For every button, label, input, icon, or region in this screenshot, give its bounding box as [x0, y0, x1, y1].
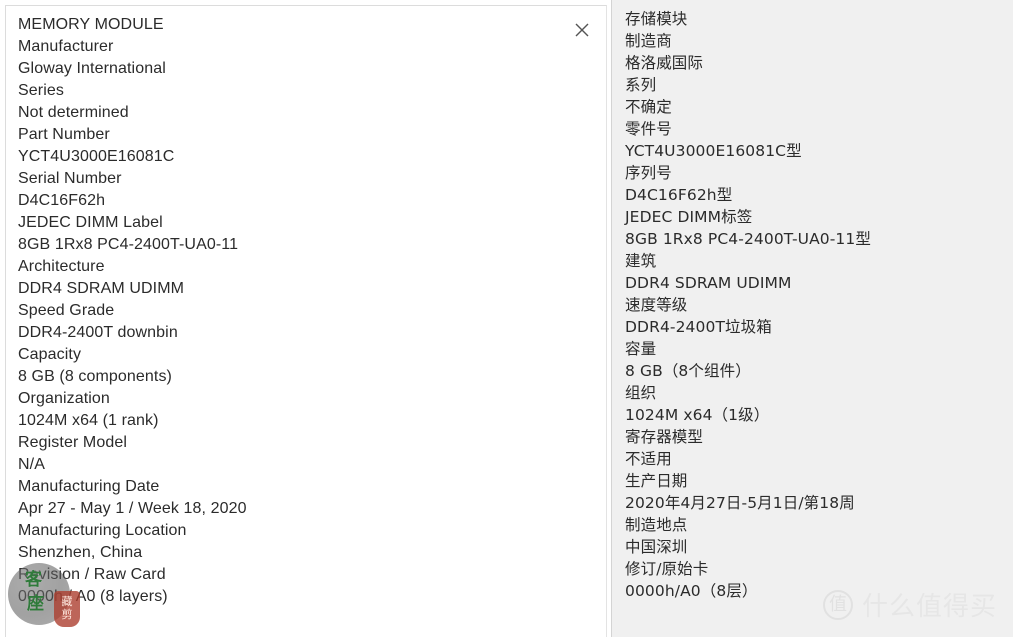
translation-line: 制造商	[625, 32, 672, 50]
source-line: Manufacturing Date	[18, 478, 160, 495]
translation-line: 制造地点	[625, 516, 688, 534]
translation-line: DDR4 SDRAM UDIMM	[625, 274, 792, 292]
translation-line: 修订/原始卡	[625, 560, 709, 578]
translation-text-panel: 存储模块制造商格洛威国际系列不确定零件号 YCT4U3000E16081C型 序列号…	[611, 0, 1013, 637]
translation-line: DDR4-2400T垃圾箱	[625, 318, 772, 336]
source-line: Organization	[18, 390, 110, 407]
source-line: Architecture	[18, 258, 105, 275]
source-line: DDR4-2400T downbin	[18, 324, 178, 341]
source-line: Capacity	[18, 346, 82, 363]
translation-line: 建筑	[625, 252, 657, 270]
translation-line: 零件号	[625, 120, 672, 138]
translation-line: 8 GB（8个组件）	[625, 362, 751, 380]
translation-line: JEDEC DIMM标签	[625, 208, 753, 226]
source-line: JEDEC DIMM Label	[18, 214, 163, 231]
source-text-panel: MEMORY MODULE Manufacturer Gloway Internat…	[5, 5, 607, 637]
source-line: Shenzhen, China	[18, 544, 143, 561]
source-line: Apr 27 - May 1 / Week 18, 2020	[18, 500, 247, 517]
source-line: N/A	[18, 456, 45, 473]
source-line: DDR4 SDRAM UDIMM	[18, 280, 185, 297]
source-line: Manufacturing Location	[18, 522, 187, 539]
source-line: 0000h / A0 (8 layers)	[18, 588, 168, 605]
translation-line: 不确定	[625, 98, 672, 116]
translation-line: 生产日期	[625, 472, 688, 490]
source-line: 8GB 1Rx8 PC4-2400T-UA0-11	[18, 236, 239, 253]
source-line: YCT4U3000E16081C	[18, 148, 175, 165]
close-icon[interactable]	[568, 16, 596, 44]
translation-line: D4C16F62h型	[625, 186, 733, 204]
translation-line: 不适用	[625, 450, 672, 468]
source-line: 1024M x64 (1 rank)	[18, 412, 159, 429]
screenshot-root: MEMORY MODULE Manufacturer Gloway Internat…	[0, 0, 1013, 637]
translation-line: 0000h/A0（8层）	[625, 582, 758, 600]
translation-line: 格洛威国际	[625, 54, 704, 72]
source-line: Speed Grade	[18, 302, 115, 319]
source-line: D4C16F62h	[18, 192, 106, 209]
translation-line: 2020年4月27日-5月1日/第18周	[625, 494, 855, 512]
translation-line: 存储模块	[625, 10, 688, 28]
translation-line: 系列	[625, 76, 657, 94]
translation-line: 1024M x64（1级）	[625, 406, 770, 424]
source-line: Revision / Raw Card	[18, 566, 166, 583]
source-line-list: MEMORY MODULE Manufacturer Gloway Internat…	[18, 14, 578, 608]
source-line: MEMORY MODULE	[18, 16, 164, 33]
translation-line-list: 存储模块制造商格洛威国际系列不确定零件号 YCT4U3000E16081C型 序列号…	[625, 8, 1005, 602]
translation-line: 中国深圳	[625, 538, 688, 556]
source-line: Not determined	[18, 104, 129, 121]
translation-line: 容量	[625, 340, 657, 358]
translation-line: 寄存器模型	[625, 428, 704, 446]
translation-line: 组织	[625, 384, 657, 402]
translation-line: YCT4U3000E16081C型	[625, 142, 802, 160]
source-line: Manufacturer	[18, 38, 114, 55]
source-line: Series	[18, 82, 64, 99]
translation-line: 8GB 1Rx8 PC4-2400T-UA0-11型	[625, 230, 871, 248]
translation-line: 序列号	[625, 164, 672, 182]
source-line: Part Number	[18, 126, 110, 143]
source-line: Gloway International	[18, 60, 166, 77]
source-line: Serial Number	[18, 170, 122, 187]
source-line: 8 GB (8 components)	[18, 368, 172, 385]
translation-line: 速度等级	[625, 296, 688, 314]
source-line: Register Model	[18, 434, 128, 451]
